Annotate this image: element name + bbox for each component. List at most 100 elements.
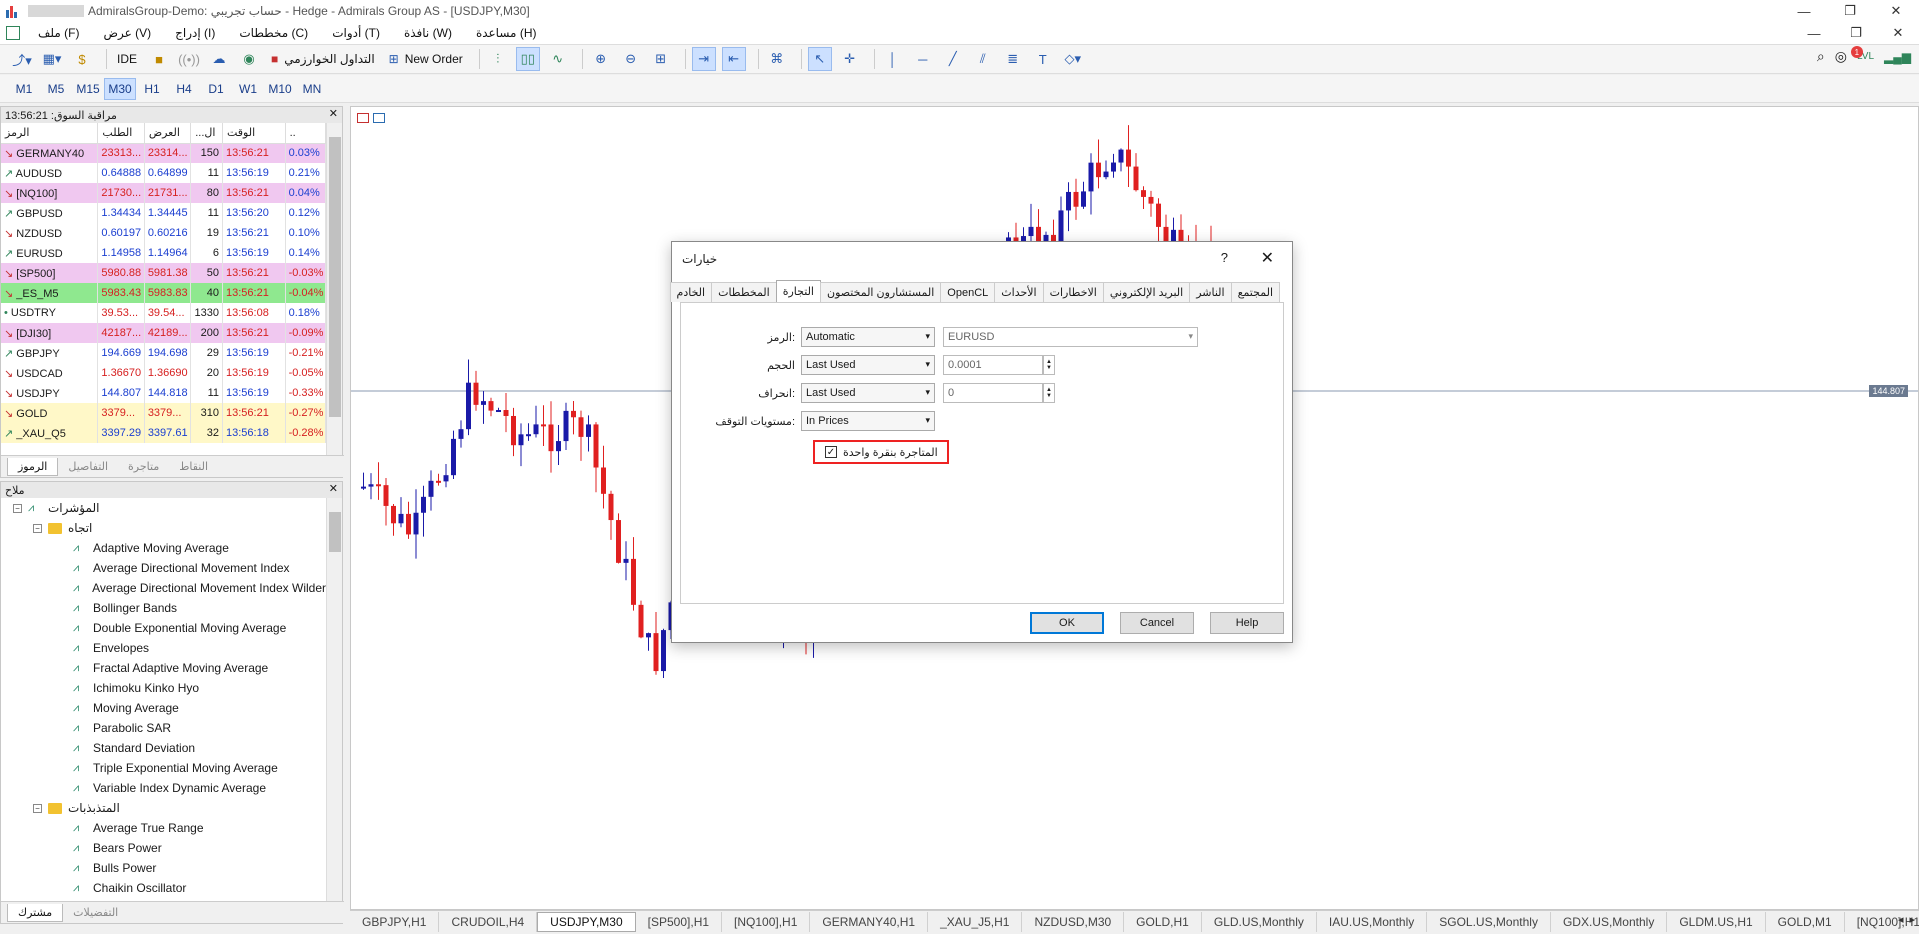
channel-icon[interactable]: ⫽ [971, 47, 995, 71]
autoscroll-icon[interactable]: ⇥ [691, 47, 716, 71]
ide-button[interactable]: IDE [113, 47, 141, 71]
chart-shift-icon[interactable]: ⇤ [721, 47, 746, 71]
table-row[interactable]: ↘ [DJI30] 42187... 42189... 200 13:56:21 -0.0… [1, 323, 327, 343]
table-row[interactable]: ↘ USDJPY 144.807 144.818 11 13:56:19 -0.33% [1, 383, 327, 403]
dialog-tab[interactable]: المجتمع [1230, 282, 1280, 302]
dialog-tab[interactable]: التجارة [775, 280, 821, 302]
cursor-icon[interactable]: ↖ [807, 47, 832, 71]
table-row[interactable]: ↗ GBPJPY 194.669 194.698 29 13:56:19 -0.21% [1, 343, 327, 363]
menu-help[interactable]: مساعدة (H) [464, 26, 549, 40]
list-item[interactable]: ⩘ Bulls Power [1, 858, 326, 878]
table-row[interactable]: • USDTRY 39.53... 39.54... 1330 13:56:08 0.18… [1, 303, 327, 323]
table-row[interactable]: ↘ GOLD 3379... 3379... 310 13:56:21 -0.27% [1, 403, 327, 423]
tabs-right-icon[interactable]: ▸ [1909, 913, 1915, 926]
market-icon[interactable]: ■ [147, 47, 171, 71]
table-row[interactable]: ↘ [NQ100] 21730... 21731... 80 13:56:21 0.04% [1, 183, 327, 203]
tile-windows-icon[interactable]: ⊞ [649, 47, 673, 71]
col-bid[interactable]: الطلب [97, 123, 145, 144]
table-row[interactable]: ↗ GBPUSD 1.34434 1.34445 11 13:56:20 0.12% [1, 203, 327, 223]
timeframe-w1[interactable]: W1 [232, 78, 264, 100]
child-close-button[interactable]: ✕ [1877, 22, 1919, 44]
timeframe-h1[interactable]: H1 [136, 78, 168, 100]
chart-tab[interactable]: SGOL.US,Monthly [1427, 911, 1551, 932]
vertical-line-icon[interactable]: │ [881, 47, 905, 71]
minimize-button[interactable]: — [1781, 0, 1827, 22]
dialog-tab[interactable]: الخادم [669, 282, 713, 302]
menu-window[interactable]: نافذة (W) [392, 26, 464, 40]
close-window-button[interactable]: ✕ [1873, 0, 1919, 22]
table-row[interactable]: ↘ GERMANY40 23313... 23314... 150 13:56:21 0.… [1, 143, 327, 163]
timeframe-m30[interactable]: M30 [104, 77, 136, 100]
list-item[interactable]: ⩘ Envelopes [1, 638, 326, 658]
list-item[interactable]: ⩘ Ichimoku Kinko Hyo [1, 678, 326, 698]
table-row[interactable]: ↘ NZDUSD 0.60197 0.60216 19 13:56:21 0.10% [1, 223, 327, 243]
timeframe-m15[interactable]: M15 [72, 78, 104, 100]
one-click-trading-checkbox[interactable]: ✓ [825, 446, 837, 458]
chart-tab[interactable]: GLDM.US,H1 [1667, 911, 1766, 932]
tab-common[interactable]: مشترك [7, 903, 64, 922]
stops-mode-select[interactable]: In Prices ▾ [801, 411, 935, 431]
chart-type-icon[interactable]: ⤴▾ [10, 47, 34, 71]
collapse-icon[interactable]: − [33, 803, 42, 813]
list-item[interactable]: ⩘ Bollinger Bands [1, 598, 326, 618]
volume-mode-select[interactable]: Last Used ▾ [801, 355, 935, 375]
dialog-tab[interactable]: المخططات [711, 282, 777, 302]
chart-tab[interactable]: GDX.US,Monthly [1551, 911, 1668, 932]
new-order-button[interactable]: ⊞ New Order [385, 47, 467, 71]
bar-chart-icon[interactable]: ⫶ [486, 47, 510, 71]
notifications-icon[interactable]: ◎ [1835, 48, 1847, 65]
timeframe-m5[interactable]: M5 [40, 78, 72, 100]
line-chart-icon[interactable]: ∿ [546, 47, 570, 71]
list-item[interactable]: ⩘ Standard Deviation [1, 738, 326, 758]
list-item[interactable]: ⩘ Variable Index Dynamic Average [1, 778, 326, 798]
zoom-in-icon[interactable]: ⊕ [589, 47, 613, 71]
chart-tab[interactable]: GERMANY40,H1 [810, 911, 929, 932]
dialog-tab[interactable]: الأحداث [994, 282, 1044, 302]
chart-templates-icon[interactable]: ▦▾ [40, 47, 64, 71]
tab-trading[interactable]: متاجرة [118, 458, 169, 475]
col-time[interactable]: الوقت [222, 123, 286, 144]
chart-tab[interactable]: GOLD,M1 [1766, 911, 1845, 932]
zoom-out-icon[interactable]: ⊖ [619, 47, 643, 71]
close-icon[interactable]: ✕ [329, 482, 338, 495]
chart-tab[interactable]: GBPJPY,H1 [350, 911, 440, 932]
signals-icon[interactable]: ((•)) [177, 47, 201, 71]
deposit-icon[interactable]: $ [70, 47, 94, 71]
col-spread[interactable]: ...ال [190, 123, 223, 144]
text-icon[interactable]: T [1031, 47, 1055, 71]
list-item[interactable]: ⩘ Double Exponential Moving Average [1, 618, 326, 638]
ok-button[interactable]: OK [1030, 612, 1104, 634]
list-item[interactable]: ⩘ Bears Power [1, 838, 326, 858]
screenshot-icon[interactable]: ⌘ [765, 47, 789, 71]
chart-tab[interactable]: CRUDOIL,H4 [439, 911, 538, 932]
horizontal-line-icon[interactable]: ─ [911, 47, 935, 71]
list-item[interactable]: ⩘ Parabolic SAR [1, 718, 326, 738]
timeframe-m1[interactable]: M1 [8, 78, 40, 100]
list-item[interactable]: ⩘ Chaikin Oscillator [1, 878, 326, 898]
menu-file[interactable]: ملف (F) [26, 26, 91, 40]
chart-tab[interactable]: [SP500],H1 [636, 911, 723, 932]
list-item[interactable]: ⩘ Average Directional Movement Index Wild… [1, 578, 326, 598]
search-icon[interactable]: ⌕ [1817, 48, 1825, 65]
tabs-left-icon[interactable]: ◂ [1898, 913, 1904, 926]
menu-charts[interactable]: مخططات (C) [227, 26, 320, 40]
menu-insert[interactable]: إدراج (I) [163, 26, 227, 40]
list-item[interactable]: ⩘ Triple Exponential Moving Average [1, 758, 326, 778]
tab-favorites[interactable]: التفضيلات [63, 904, 128, 921]
timeframe-d1[interactable]: D1 [200, 78, 232, 100]
child-minimize-button[interactable]: — [1793, 22, 1835, 44]
dialog-tab[interactable]: الاخطارات [1042, 282, 1104, 302]
cancel-button[interactable]: Cancel [1120, 612, 1194, 634]
fibonacci-icon[interactable]: ≣ [1001, 47, 1025, 71]
restore-button[interactable]: ❐ [1827, 0, 1873, 22]
list-item[interactable]: ⩘ Average True Range [1, 818, 326, 838]
chart-tab[interactable]: _XAU_J5,H1 [928, 911, 1023, 932]
chart-tab[interactable]: GOLD,H1 [1124, 911, 1202, 932]
tree-folder-trend[interactable]: − اتجاه [1, 518, 326, 538]
table-row[interactable]: ↘ _ES_M5 5983.43 5983.83 40 13:56:21 -0.04% [1, 283, 327, 303]
menu-view[interactable]: عرض (V) [91, 26, 163, 40]
dialog-tab[interactable]: OpenCL [940, 282, 996, 302]
list-item[interactable]: ⩘ Average Directional Movement Index [1, 558, 326, 578]
tree-folder-oscillators[interactable]: − المتذبذبات [1, 798, 326, 818]
list-item[interactable]: ⩘ Fractal Adaptive Moving Average [1, 658, 326, 678]
